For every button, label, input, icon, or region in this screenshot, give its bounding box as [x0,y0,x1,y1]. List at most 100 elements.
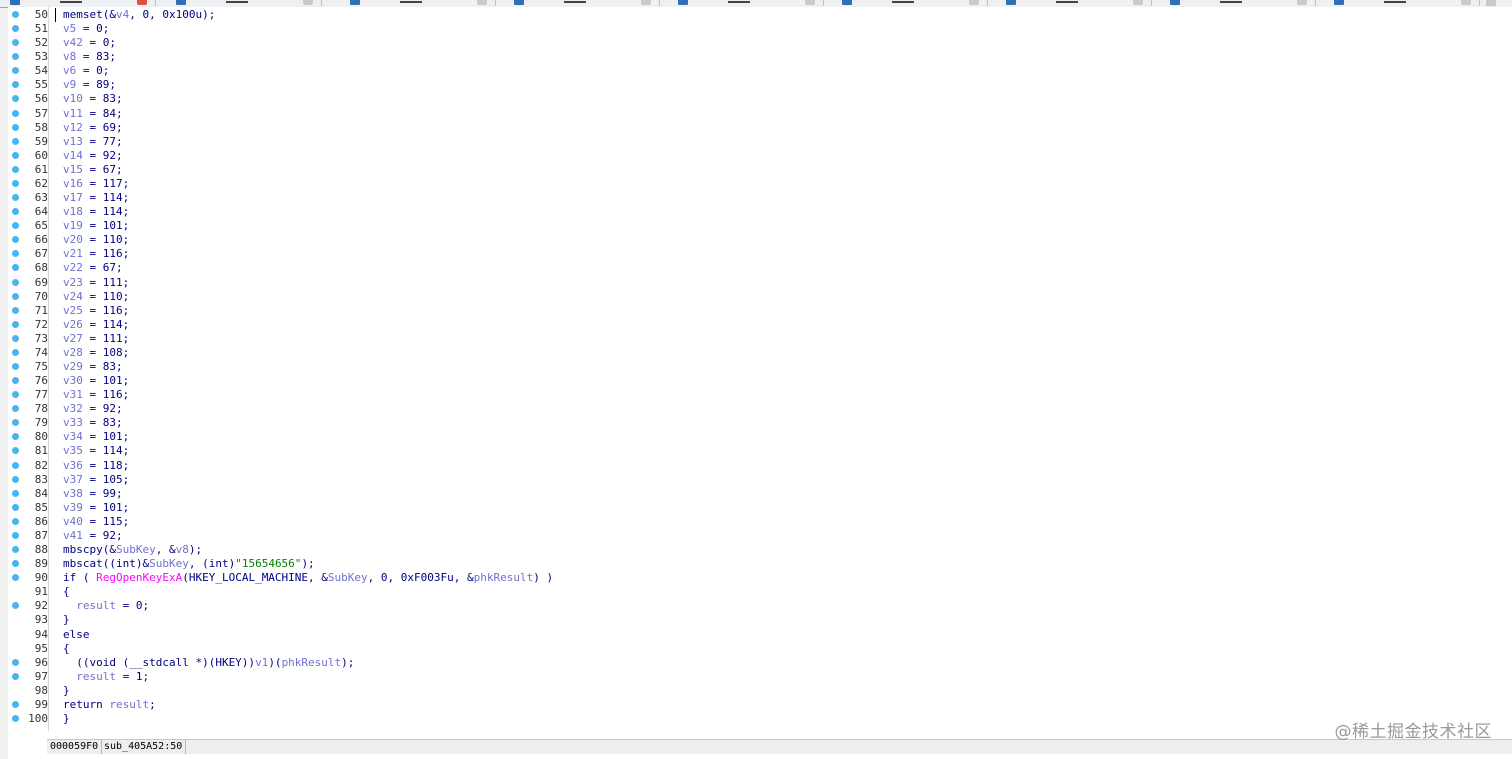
code-line[interactable]: 98} [8,684,1498,698]
breakpoint-dot-icon[interactable] [12,165,19,173]
tab-strings[interactable] [1160,0,1316,6]
code-line[interactable]: 82 v36 = 118; [8,459,1498,473]
breakpoint-dot-icon[interactable] [12,363,19,370]
breakpoint-dot-icon[interactable] [12,475,19,483]
code-line[interactable]: 94 else [8,628,1498,642]
close-icon[interactable] [969,0,979,5]
code-line[interactable]: 91 { [8,585,1498,599]
code-line[interactable]: 54 v6 = 0; [8,64,1498,78]
breakpoint-dot-icon[interactable] [12,391,19,399]
breakpoint-dot-icon[interactable] [12,334,19,342]
code-line[interactable]: 83 v37 = 105; [8,473,1498,487]
breakpoint-dot-icon[interactable] [12,461,19,469]
breakpoint-dot-icon[interactable] [12,292,19,300]
breakpoint-dot-icon[interactable] [12,53,19,61]
breakpoint-dot-icon[interactable] [12,236,19,244]
code-line[interactable]: 77 v31 = 116; [8,388,1498,402]
breakpoint-dot-icon[interactable] [12,250,19,258]
tab-pseudocode[interactable] [0,0,156,6]
close-icon[interactable] [805,0,815,5]
breakpoint-dot-icon[interactable] [12,672,19,680]
code-line[interactable]: 72 v26 = 114; [8,318,1498,332]
code-line[interactable]: 50 memset(&v4, 0, 0x100u); [8,8,1498,22]
breakpoint-dot-icon[interactable] [12,208,19,216]
tab-structures[interactable] [504,0,660,6]
code-line[interactable]: 58 v12 = 69; [8,121,1498,135]
breakpoint-dot-icon[interactable] [12,109,19,117]
breakpoint-dot-icon[interactable] [12,222,19,230]
code-line[interactable]: 97 result = 1; [8,670,1498,684]
breakpoint-dot-icon[interactable] [12,348,19,356]
code-line[interactable]: 84 v38 = 99; [8,487,1498,501]
breakpoint-dot-icon[interactable] [12,546,19,554]
breakpoint-dot-icon[interactable] [12,658,19,666]
code-line[interactable]: 90 if ( RegOpenKeyExA(HKEY_LOCAL_MACHINE,… [8,571,1498,585]
code-line[interactable]: 71 v25 = 116; [8,304,1498,318]
code-line[interactable]: 85 v39 = 101; [8,501,1498,515]
code-line[interactable]: 80 v34 = 101; [8,430,1498,444]
code-line[interactable]: 51 v5 = 0; [8,22,1498,36]
code-line[interactable]: 53 v8 = 83; [8,50,1498,64]
code-line[interactable]: 99 return result; [8,698,1498,712]
tab-ida-view[interactable] [166,0,322,6]
code-line[interactable]: 67 v21 = 116; [8,247,1498,261]
breakpoint-dot-icon[interactable] [12,278,19,286]
code-line[interactable]: 78 v32 = 92; [8,402,1498,416]
close-icon[interactable] [1461,0,1471,5]
breakpoint-dot-icon[interactable] [12,503,19,511]
code-line[interactable]: 61 v15 = 67; [8,163,1498,177]
breakpoint-dot-icon[interactable] [12,194,19,202]
breakpoint-dot-icon[interactable] [12,11,19,18]
breakpoint-dot-icon[interactable] [12,377,19,385]
close-icon[interactable] [137,0,147,5]
tab-other[interactable] [1324,0,1480,6]
breakpoint-dot-icon[interactable] [12,137,19,145]
code-line[interactable]: 64 v18 = 114; [8,205,1498,219]
close-icon[interactable] [1133,0,1143,5]
breakpoint-dot-icon[interactable] [12,419,19,427]
code-line[interactable]: 73 v27 = 111; [8,332,1498,346]
tab-scroll-button[interactable] [1486,0,1496,6]
code-line[interactable]: 100} [8,712,1498,726]
code-line[interactable]: 74 v28 = 108; [8,346,1498,360]
tab-enums[interactable] [668,0,824,6]
close-icon[interactable] [1297,0,1307,5]
breakpoint-dot-icon[interactable] [12,517,19,525]
breakpoint-dot-icon[interactable] [12,560,19,568]
code-line[interactable]: 89 mbscat((int)&SubKey, (int)"15654656"); [8,557,1498,571]
code-line[interactable]: 93} [8,613,1498,627]
code-line[interactable]: 79 v33 = 83; [8,416,1498,430]
code-line[interactable]: 60 v14 = 92; [8,149,1498,163]
breakpoint-dot-icon[interactable] [12,602,19,610]
breakpoint-dot-icon[interactable] [12,123,19,131]
breakpoint-dot-icon[interactable] [12,700,19,708]
code-line[interactable]: 96 ((void (__stdcall *)(HKEY))v1)(phkRes… [8,656,1498,670]
breakpoint-dot-icon[interactable] [12,95,19,103]
breakpoint-dot-icon[interactable] [12,574,19,582]
code-line[interactable]: 92 result = 0; [8,599,1498,613]
breakpoint-dot-icon[interactable] [12,715,19,722]
code-line[interactable]: 81 v35 = 114; [8,444,1498,458]
breakpoint-dot-icon[interactable] [12,489,19,497]
code-line[interactable]: 52 v42 = 0; [8,36,1498,50]
code-line[interactable]: 65 v19 = 101; [8,219,1498,233]
code-line[interactable]: 70 v24 = 110; [8,290,1498,304]
code-line[interactable]: 56 v10 = 83; [8,92,1498,106]
breakpoint-dot-icon[interactable] [12,151,19,159]
breakpoint-dot-icon[interactable] [12,320,19,328]
tab-hex-view[interactable] [340,0,496,6]
breakpoint-dot-icon[interactable] [12,67,19,75]
code-line[interactable]: 57 v11 = 84; [8,107,1498,121]
code-line[interactable]: 66 v20 = 110; [8,233,1498,247]
breakpoint-dot-icon[interactable] [12,306,19,314]
code-line[interactable]: 95 { [8,642,1498,656]
tab-exports[interactable] [996,0,1152,6]
tab-imports[interactable] [832,0,988,6]
close-icon[interactable] [641,0,651,5]
pseudocode-editor[interactable]: 50 memset(&v4, 0, 0x100u); 51 v5 = 0; 52 v42 … [8,7,1512,737]
breakpoint-dot-icon[interactable] [12,405,19,413]
breakpoint-dot-icon[interactable] [12,447,19,455]
breakpoint-dot-icon[interactable] [12,25,19,33]
code-line[interactable]: 55 v9 = 89; [8,78,1498,92]
code-line[interactable]: 68 v22 = 67; [8,261,1498,275]
